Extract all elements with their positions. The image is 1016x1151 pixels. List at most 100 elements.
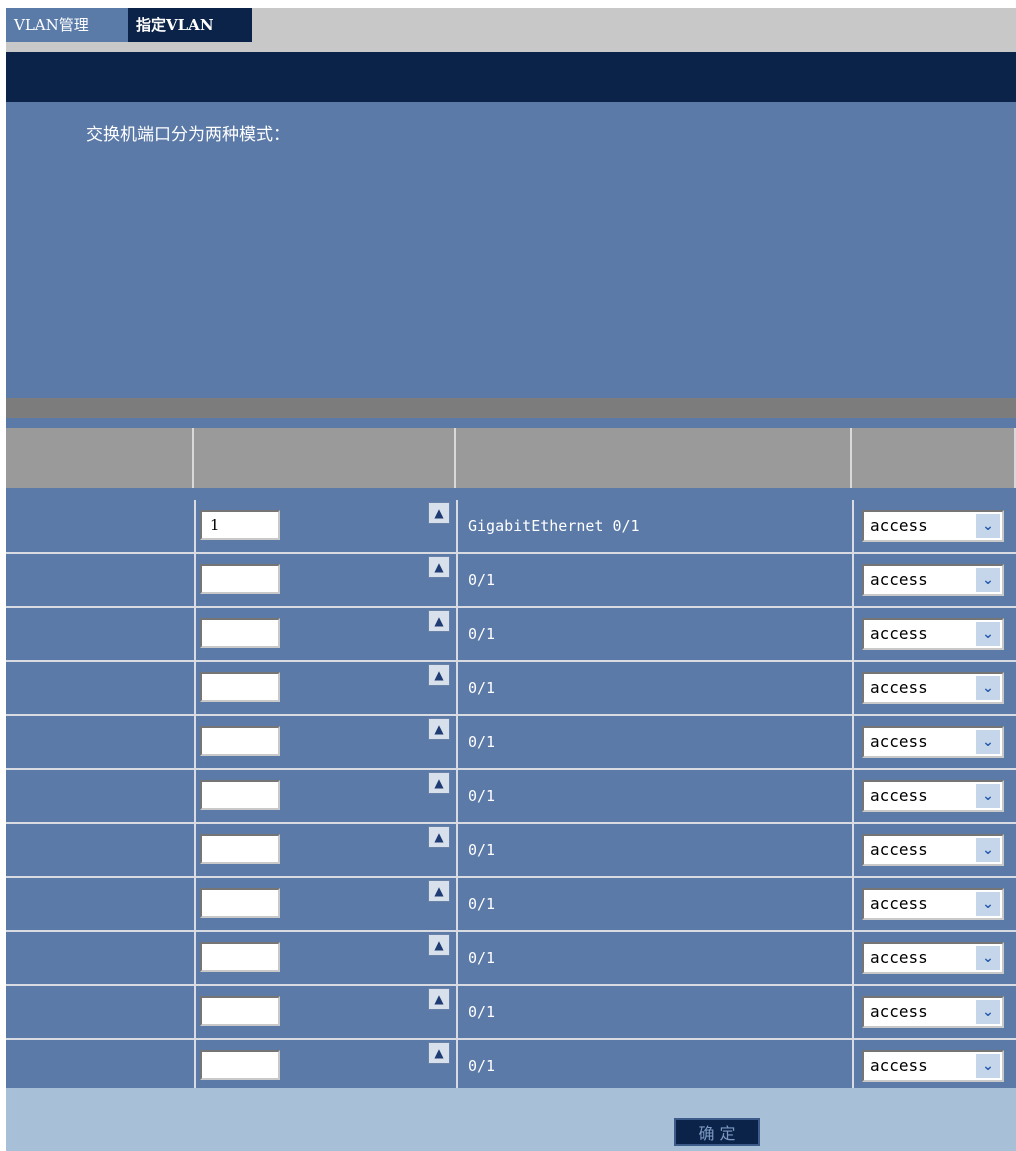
port-cell: 0/1 xyxy=(456,770,854,822)
vlan-cell: ▲ xyxy=(194,554,458,606)
port-name: 0/1 xyxy=(468,571,496,589)
port-type-select[interactable]: access ⌄ xyxy=(862,510,1004,542)
port-type-select[interactable]: access ⌄ xyxy=(862,888,1004,920)
vlan-cell: ▲ xyxy=(194,824,458,876)
chevron-down-icon[interactable]: ⌄ xyxy=(976,1054,1000,1078)
port-type-value: access xyxy=(870,624,928,643)
port-type-select[interactable]: access ⌄ xyxy=(862,942,1004,974)
header-port-type xyxy=(852,428,1016,488)
scroll-up-icon[interactable]: ▲ xyxy=(428,988,450,1010)
port-type-value: access xyxy=(870,894,928,913)
chevron-down-icon[interactable]: ⌄ xyxy=(976,784,1000,808)
row-index-cell xyxy=(6,716,196,768)
port-name: 0/1 xyxy=(468,1057,496,1075)
chevron-down-icon[interactable]: ⌄ xyxy=(976,730,1000,754)
chevron-down-icon[interactable]: ⌄ xyxy=(976,1000,1000,1024)
port-type-cell: access ⌄ xyxy=(852,770,1016,822)
port-type-select[interactable]: access ⌄ xyxy=(862,618,1004,650)
chevron-down-icon[interactable]: ⌄ xyxy=(976,568,1000,592)
confirm-button[interactable]: 确 定 xyxy=(674,1118,760,1146)
port-cell: 0/1 xyxy=(456,608,854,660)
row-index-cell xyxy=(6,500,196,552)
row-index-cell xyxy=(6,878,196,930)
port-type-select[interactable]: access ⌄ xyxy=(862,672,1004,704)
port-name: 0/1 xyxy=(468,841,496,859)
port-cell: 0/1 xyxy=(456,932,854,984)
port-type-select[interactable]: access ⌄ xyxy=(862,726,1004,758)
table-row: ▲ 0/1 access ⌄ xyxy=(6,932,1016,986)
port-type-cell: access ⌄ xyxy=(852,932,1016,984)
port-cell: 0/1 xyxy=(456,986,854,1038)
vlan-id-input[interactable] xyxy=(200,726,280,756)
vlan-cell: ▲ xyxy=(194,878,458,930)
vlan-id-input[interactable] xyxy=(200,942,280,972)
port-type-select[interactable]: access ⌄ xyxy=(862,564,1004,596)
chevron-down-icon[interactable]: ⌄ xyxy=(976,892,1000,916)
port-type-cell: access ⌄ xyxy=(852,1040,1016,1092)
port-type-cell: access ⌄ xyxy=(852,554,1016,606)
port-type-select[interactable]: access ⌄ xyxy=(862,996,1004,1028)
vlan-id-input[interactable] xyxy=(200,996,280,1026)
port-name: 0/1 xyxy=(468,625,496,643)
vlan-id-input[interactable] xyxy=(200,834,280,864)
scroll-up-icon[interactable]: ▲ xyxy=(428,610,450,632)
vlan-id-input[interactable] xyxy=(200,672,280,702)
port-type-value: access xyxy=(870,948,928,967)
scroll-up-icon[interactable]: ▲ xyxy=(428,718,450,740)
vlan-cell: ▲ xyxy=(194,1040,458,1092)
table-row: ▲ 0/1 access ⌄ xyxy=(6,878,1016,932)
vlan-cell: ▲ xyxy=(194,986,458,1038)
scroll-up-icon[interactable]: ▲ xyxy=(428,502,450,524)
vlan-id-input[interactable] xyxy=(200,564,280,594)
port-cell: 0/1 xyxy=(456,878,854,930)
port-name: GigabitEthernet 0/1 xyxy=(468,517,640,535)
scroll-up-icon[interactable]: ▲ xyxy=(428,880,450,902)
table-row: ▲ 0/1 access ⌄ xyxy=(6,824,1016,878)
scroll-up-icon[interactable]: ▲ xyxy=(428,934,450,956)
tab-assign-vlan[interactable]: 指定VLAN xyxy=(128,8,252,42)
vlan-id-input[interactable] xyxy=(200,1050,280,1080)
scroll-up-icon[interactable]: ▲ xyxy=(428,664,450,686)
row-index-cell xyxy=(6,662,196,714)
port-cell: 0/1 xyxy=(456,824,854,876)
chevron-down-icon[interactable]: ⌄ xyxy=(976,676,1000,700)
scroll-up-icon[interactable]: ▲ xyxy=(428,1042,450,1064)
description-title: 交换机端口分为两种模式： xyxy=(86,125,290,145)
vlan-cell: ▲ xyxy=(194,770,458,822)
vlan-id-input[interactable] xyxy=(200,888,280,918)
row-index-cell xyxy=(6,554,196,606)
row-index-cell xyxy=(6,770,196,822)
row-index-cell xyxy=(6,1040,196,1092)
port-type-cell: access ⌄ xyxy=(852,878,1016,930)
port-type-value: access xyxy=(870,732,928,751)
port-type-cell: access ⌄ xyxy=(852,608,1016,660)
port-cell: 0/1 xyxy=(456,716,854,768)
scroll-up-icon[interactable]: ▲ xyxy=(428,826,450,848)
table-row: ▲ 0/1 access ⌄ xyxy=(6,1040,1016,1094)
tab-bar: VLAN管理 指定VLAN xyxy=(6,8,1016,52)
section-divider xyxy=(6,398,1016,418)
vlan-cell: ▲ xyxy=(194,932,458,984)
port-type-select[interactable]: access ⌄ xyxy=(862,834,1004,866)
vlan-id-input[interactable] xyxy=(200,780,280,810)
port-type-select[interactable]: access ⌄ xyxy=(862,1050,1004,1082)
vlan-id-input[interactable] xyxy=(200,618,280,648)
row-index-cell xyxy=(6,932,196,984)
port-type-cell: access ⌄ xyxy=(852,662,1016,714)
chevron-down-icon[interactable]: ⌄ xyxy=(976,622,1000,646)
chevron-down-icon[interactable]: ⌄ xyxy=(976,838,1000,862)
port-type-value: access xyxy=(870,516,928,535)
chevron-down-icon[interactable]: ⌄ xyxy=(976,946,1000,970)
row-index-cell xyxy=(6,608,196,660)
chevron-down-icon[interactable]: ⌄ xyxy=(976,514,1000,538)
scroll-up-icon[interactable]: ▲ xyxy=(428,772,450,794)
scroll-up-icon[interactable]: ▲ xyxy=(428,556,450,578)
port-name: 0/1 xyxy=(468,787,496,805)
table-header xyxy=(6,428,1016,488)
tab-vlan-management[interactable]: VLAN管理 xyxy=(6,8,132,42)
header-port xyxy=(456,428,852,488)
port-type-value: access xyxy=(870,1056,928,1075)
vlan-id-input[interactable]: 1 xyxy=(200,510,280,540)
table-row: ▲ 0/1 access ⌄ xyxy=(6,554,1016,608)
port-type-select[interactable]: access ⌄ xyxy=(862,780,1004,812)
